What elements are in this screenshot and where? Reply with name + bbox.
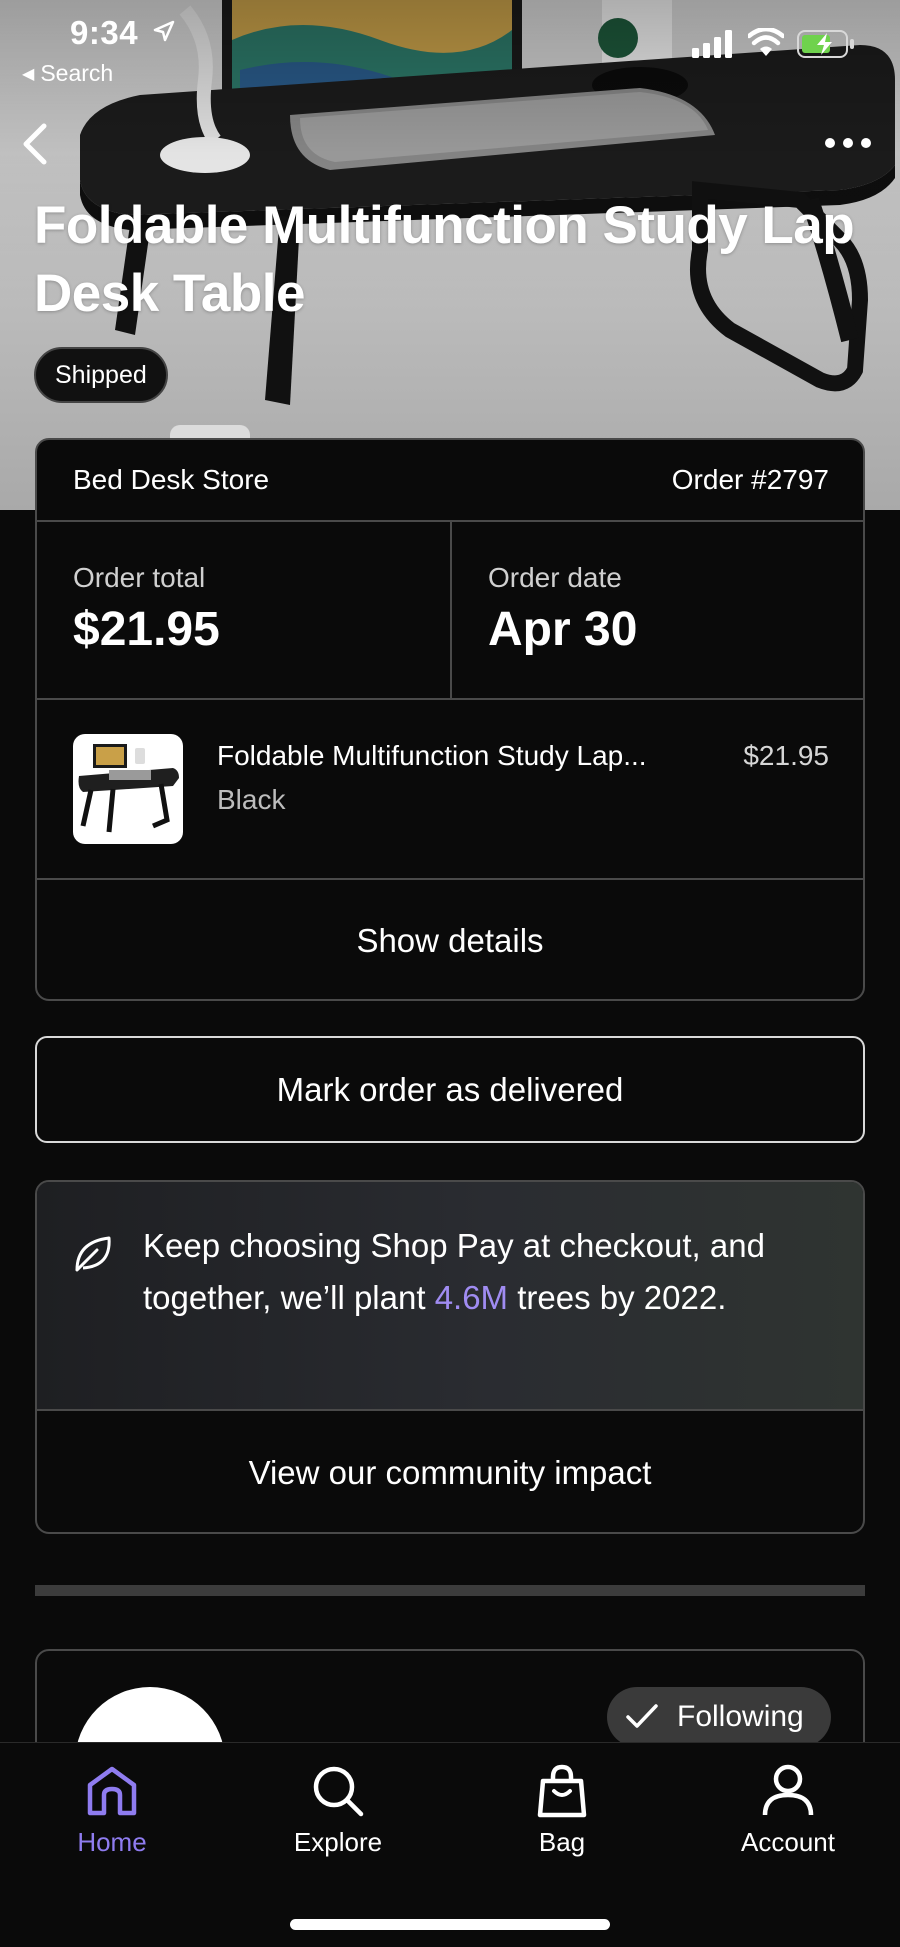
order-status-badge: Shipped xyxy=(34,347,168,403)
product-thumbnail xyxy=(73,734,183,844)
item-price: $21.95 xyxy=(743,740,829,771)
tab-explore[interactable]: Explore xyxy=(248,1763,428,1873)
home-icon xyxy=(87,1766,137,1816)
order-date-value: Apr 30 xyxy=(488,603,638,656)
clock: 9:34 xyxy=(70,14,139,51)
back-triangle-icon: ◀ xyxy=(22,66,35,83)
impact-text-after: trees by 2022. xyxy=(508,1279,727,1316)
bag-icon xyxy=(537,1764,587,1818)
show-details-button[interactable]: Show details xyxy=(37,880,863,999)
view-community-impact-button[interactable]: View our community impact xyxy=(37,1411,863,1532)
tab-bag-label: Bag xyxy=(538,1827,586,1857)
wifi-icon xyxy=(748,28,784,56)
cellular-signal-icon xyxy=(692,30,732,58)
section-divider xyxy=(35,1585,865,1596)
tab-home[interactable]: Home xyxy=(22,1763,202,1873)
order-totals-row: Order total $21.95 Order date Apr 30 xyxy=(37,522,863,700)
tab-home-label: Home xyxy=(77,1827,147,1857)
item-variant: Black xyxy=(217,784,286,815)
order-total-label: Order total xyxy=(73,562,206,593)
battery-charging-icon xyxy=(797,30,854,58)
account-icon xyxy=(762,1764,814,1816)
checkmark-icon xyxy=(626,1704,658,1728)
order-total-value: $21.95 xyxy=(73,603,220,656)
order-header-row: Bed Desk Store Order #2797 xyxy=(37,440,863,522)
mark-delivered-button[interactable]: Mark order as delivered xyxy=(35,1036,865,1143)
following-label: Following xyxy=(677,1700,804,1733)
tab-explore-label: Explore xyxy=(293,1827,383,1857)
following-button[interactable]: Following xyxy=(607,1687,831,1747)
home-indicator xyxy=(290,1919,610,1930)
item-name: Foldable Multifunction Study Lap... xyxy=(217,740,647,771)
tab-bag[interactable]: Bag xyxy=(472,1763,652,1873)
bottom-tab-bar: Home Explore Bag Account xyxy=(0,1742,900,1947)
impact-message: Keep choosing Shop Pay at checkout, and … xyxy=(143,1220,833,1324)
order-number: Order #2797 xyxy=(671,464,829,495)
back-to-search-label: Search xyxy=(40,60,114,86)
back-to-search-link[interactable]: ◀ Search xyxy=(22,60,113,87)
tab-account[interactable]: Account xyxy=(698,1763,878,1873)
order-date-label: Order date xyxy=(488,562,622,593)
more-options-icon[interactable] xyxy=(818,128,878,158)
community-impact-card: Keep choosing Shop Pay at checkout, and … xyxy=(35,1180,865,1534)
location-arrow-icon xyxy=(153,20,175,42)
trees-count-highlight: 4.6M xyxy=(434,1279,509,1316)
order-summary-card: Bed Desk Store Order #2797 Order total $… xyxy=(35,438,865,1001)
tab-account-label: Account xyxy=(741,1827,835,1857)
leaf-icon xyxy=(75,1236,111,1272)
impact-message-panel: Keep choosing Shop Pay at checkout, and … xyxy=(37,1182,863,1411)
back-chevron-icon[interactable] xyxy=(14,118,58,170)
search-icon xyxy=(313,1766,364,1817)
order-line-item[interactable]: Foldable Multifunction Study Lap... Blac… xyxy=(37,700,863,880)
status-bar: 9:34 ◀ Search xyxy=(0,0,900,90)
product-title: Foldable Multifunction Study Lap Desk Ta… xyxy=(34,196,855,323)
store-name[interactable]: Bed Desk Store xyxy=(73,464,269,496)
column-divider xyxy=(450,522,452,698)
